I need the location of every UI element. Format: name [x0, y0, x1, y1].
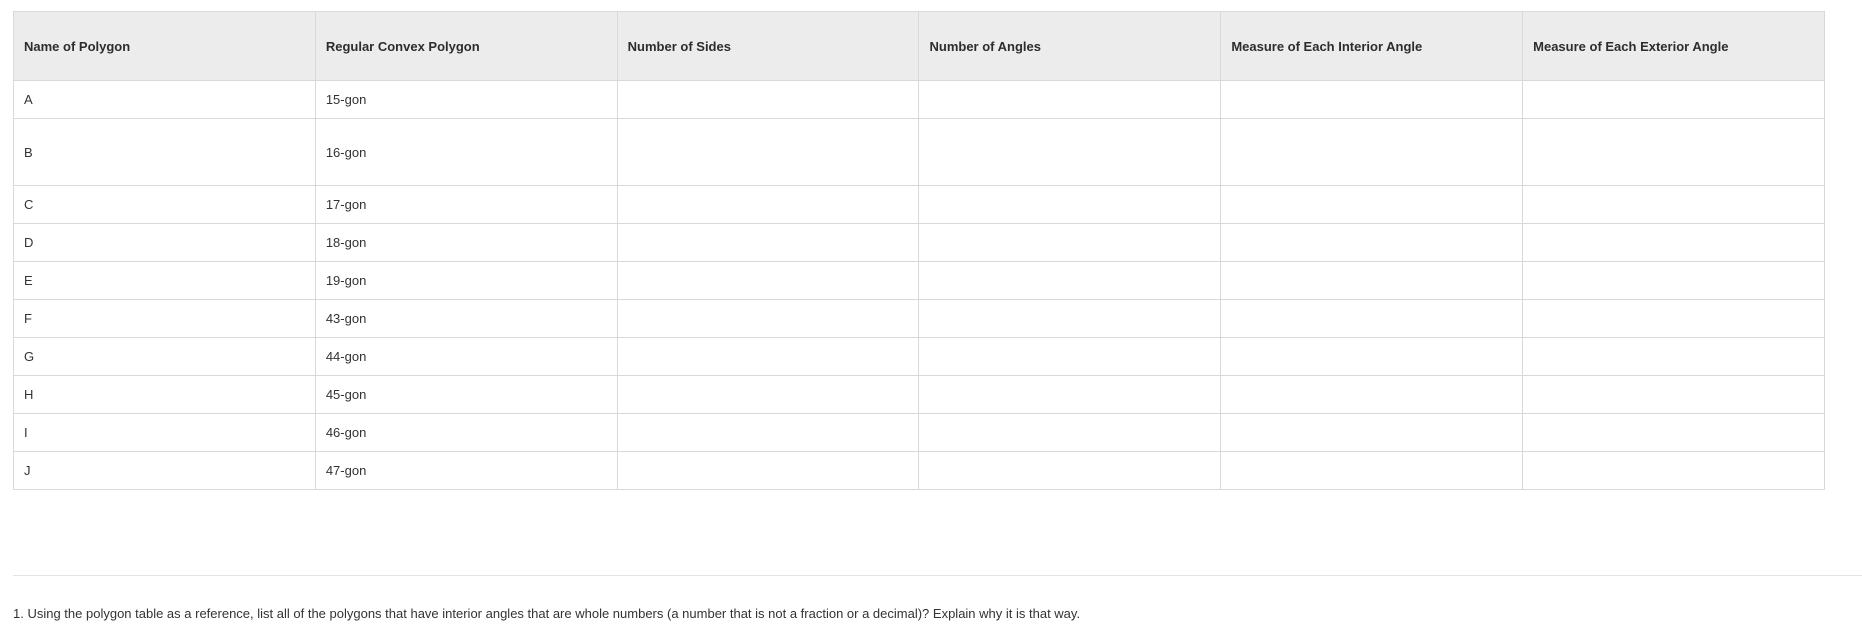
- header-regular-convex-polygon: Regular Convex Polygon: [314, 11, 618, 81]
- table-row: C 17-gon: [13, 185, 1825, 224]
- question-text: 1. Using the polygon table as a referenc…: [13, 606, 1081, 621]
- cell-exterior[interactable]: [1522, 299, 1825, 338]
- cell-sides[interactable]: [616, 261, 920, 300]
- table-row: F 43-gon: [13, 299, 1825, 338]
- cell-polygon: 19-gon: [314, 261, 618, 300]
- cell-name: H: [13, 375, 316, 414]
- cell-name: B: [13, 118, 316, 186]
- cell-exterior[interactable]: [1522, 185, 1825, 224]
- cell-exterior[interactable]: [1522, 118, 1825, 186]
- header-interior-angle: Measure of Each Interior Angle: [1220, 11, 1524, 81]
- cell-interior[interactable]: [1220, 299, 1524, 338]
- table-row: H 45-gon: [13, 375, 1825, 414]
- cell-interior[interactable]: [1220, 261, 1524, 300]
- cell-sides[interactable]: [616, 299, 920, 338]
- polygon-table-container: Name of Polygon Regular Convex Polygon N…: [13, 11, 1825, 490]
- cell-name: J: [13, 451, 316, 490]
- cell-sides[interactable]: [616, 185, 920, 224]
- polygon-table: Name of Polygon Regular Convex Polygon N…: [13, 11, 1825, 490]
- cell-interior[interactable]: [1220, 413, 1524, 452]
- cell-polygon: 46-gon: [314, 413, 618, 452]
- cell-interior[interactable]: [1220, 451, 1524, 490]
- header-exterior-angle: Measure of Each Exterior Angle: [1522, 11, 1825, 81]
- cell-name: A: [13, 80, 316, 119]
- cell-name: F: [13, 299, 316, 338]
- cell-exterior[interactable]: [1522, 80, 1825, 119]
- cell-name: G: [13, 337, 316, 376]
- table-row: G 44-gon: [13, 337, 1825, 376]
- cell-sides[interactable]: [616, 118, 920, 186]
- cell-interior[interactable]: [1220, 223, 1524, 262]
- cell-polygon: 44-gon: [314, 337, 618, 376]
- cell-angles[interactable]: [918, 223, 1222, 262]
- cell-polygon: 43-gon: [314, 299, 618, 338]
- cell-interior[interactable]: [1220, 185, 1524, 224]
- cell-polygon: 15-gon: [314, 80, 618, 119]
- cell-interior[interactable]: [1220, 80, 1524, 119]
- table-row: A 15-gon: [13, 80, 1825, 119]
- cell-angles[interactable]: [918, 451, 1222, 490]
- cell-angles[interactable]: [918, 299, 1222, 338]
- table-row: I 46-gon: [13, 413, 1825, 452]
- cell-sides[interactable]: [616, 451, 920, 490]
- table-row: J 47-gon: [13, 451, 1825, 490]
- cell-sides[interactable]: [616, 223, 920, 262]
- cell-angles[interactable]: [918, 337, 1222, 376]
- cell-angles[interactable]: [918, 80, 1222, 119]
- cell-interior[interactable]: [1220, 375, 1524, 414]
- cell-exterior[interactable]: [1522, 413, 1825, 452]
- cell-sides[interactable]: [616, 375, 920, 414]
- cell-angles[interactable]: [918, 261, 1222, 300]
- cell-interior[interactable]: [1220, 337, 1524, 376]
- cell-polygon: 17-gon: [314, 185, 618, 224]
- cell-angles[interactable]: [918, 185, 1222, 224]
- table-row: D 18-gon: [13, 223, 1825, 262]
- cell-exterior[interactable]: [1522, 337, 1825, 376]
- cell-angles[interactable]: [918, 375, 1222, 414]
- cell-name: I: [13, 413, 316, 452]
- cell-exterior[interactable]: [1522, 375, 1825, 414]
- section-divider: [13, 575, 1862, 576]
- cell-sides[interactable]: [616, 413, 920, 452]
- cell-sides[interactable]: [616, 80, 920, 119]
- cell-sides[interactable]: [616, 337, 920, 376]
- table-header-row: Name of Polygon Regular Convex Polygon N…: [13, 11, 1825, 81]
- cell-angles[interactable]: [918, 413, 1222, 452]
- cell-name: E: [13, 261, 316, 300]
- cell-name: D: [13, 223, 316, 262]
- cell-exterior[interactable]: [1522, 223, 1825, 262]
- cell-polygon: 16-gon: [314, 118, 618, 186]
- cell-interior[interactable]: [1220, 118, 1524, 186]
- cell-exterior[interactable]: [1522, 261, 1825, 300]
- cell-polygon: 45-gon: [314, 375, 618, 414]
- cell-angles[interactable]: [918, 118, 1222, 186]
- table-row: B 16-gon: [13, 118, 1825, 186]
- header-name-of-polygon: Name of Polygon: [13, 11, 316, 81]
- cell-name: C: [13, 185, 316, 224]
- cell-polygon: 47-gon: [314, 451, 618, 490]
- cell-exterior[interactable]: [1522, 451, 1825, 490]
- table-row: E 19-gon: [13, 261, 1825, 300]
- header-number-of-sides: Number of Sides: [616, 11, 920, 81]
- header-number-of-angles: Number of Angles: [918, 11, 1222, 81]
- cell-polygon: 18-gon: [314, 223, 618, 262]
